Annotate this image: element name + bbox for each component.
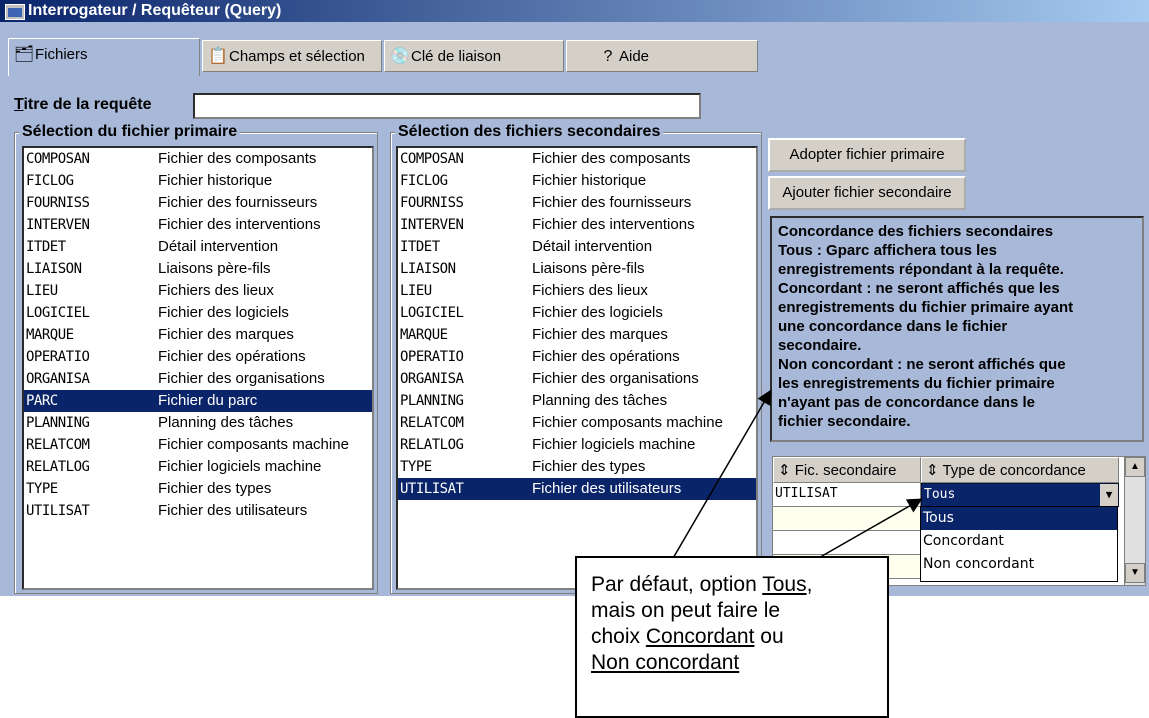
callout-line-1: Par défaut, option Tous, — [591, 572, 873, 598]
callout-text-underlined: Concordant — [645, 625, 755, 648]
callout-box: Par défaut, option Tous, mais on peut fa… — [575, 556, 889, 718]
callout-line-4: Non concordant — [591, 650, 873, 676]
callout-text: ou — [754, 625, 784, 648]
callout-text-underlined: Tous — [762, 573, 807, 596]
callout-text: choix — [591, 625, 646, 648]
arrow-to-combo — [814, 498, 923, 561]
callout-line-3: choix Concordant ou — [591, 624, 873, 650]
callout-text: , — [806, 573, 813, 596]
arrow-to-note — [671, 389, 772, 561]
callout-text: Par défaut, option — [591, 573, 763, 596]
callout-line-2: mais on peut faire le — [591, 599, 781, 622]
callout-text-underlined: Non concordant — [591, 651, 740, 674]
